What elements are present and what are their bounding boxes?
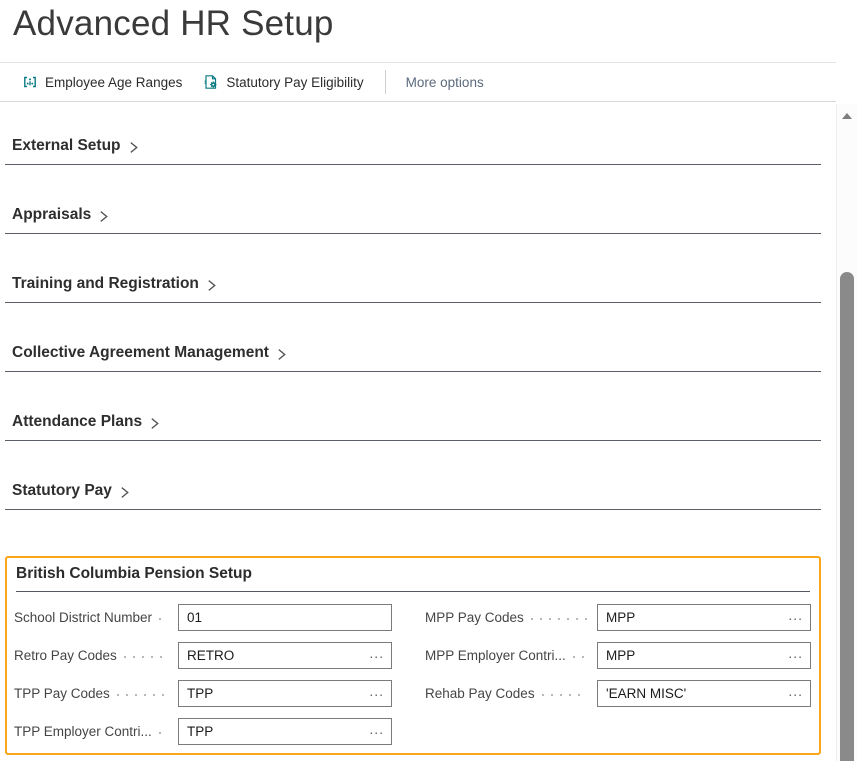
pension-fields-left: School District Number01Retro Pay CodesR… [14,604,392,756]
section-header-training-and-registration[interactable]: Training and Registration [5,275,821,303]
field-label: TPP Employer Contri... [14,724,152,739]
section-label: External Setup [12,137,121,155]
field-value: TPP [179,724,367,739]
field-label: MPP Pay Codes [425,610,524,625]
field-value: 'EARN MISC' [598,686,786,701]
dotted-leader [573,656,587,658]
field-input[interactable]: 01 [178,604,392,631]
field-label: School District Number [14,610,152,625]
scroll-up-icon[interactable] [842,113,852,119]
dotted-leader [159,732,168,734]
field-label: Rehab Pay Codes [425,686,535,701]
field-label: MPP Employer Contri... [425,648,566,663]
pension-fields-right: MPP Pay CodesMPP...MPP Employer Contri..… [425,604,811,718]
chevron-right-icon [205,279,218,292]
chevron-right-icon [127,141,140,154]
dotted-leader [531,618,587,620]
field-row: MPP Pay Codes MPP... [425,604,811,631]
page-title: Advanced HR Setup [13,4,334,44]
field-row: Rehab Pay Codes 'EARN MISC'... [425,680,811,707]
field-input[interactable]: MPP... [597,642,811,669]
statutory-pay-eligibility-label: Statutory Pay Eligibility [226,75,363,90]
field-input[interactable]: MPP... [597,604,811,631]
field-row: TPP Pay Codes TPP... [14,680,392,707]
field-row: Retro Pay Codes RETRO... [14,642,392,669]
age-ranges-icon [22,74,38,90]
field-input[interactable]: TPP... [178,718,392,745]
lookup-ellipsis-button[interactable]: ... [786,640,810,671]
field-value: TPP [179,686,367,701]
section-label: Collective Agreement Management [12,344,269,362]
employee-age-ranges-button[interactable]: Employee Age Ranges [22,74,182,90]
dotted-leader [124,656,168,658]
field-row: School District Number 01 [14,604,392,631]
chevron-right-icon [148,417,161,430]
field-label: Retro Pay Codes [14,648,117,663]
section-header-appraisals[interactable]: Appraisals [5,206,821,234]
more-options-button[interactable]: More options [406,75,484,90]
statutory-pay-eligibility-icon [203,74,219,90]
field-input[interactable]: TPP... [178,680,392,707]
lookup-ellipsis-button[interactable]: ... [367,716,391,747]
sections-list: External Setup Appraisals Training and Reg… [5,104,821,510]
field-value: MPP [598,610,786,625]
employee-age-ranges-label: Employee Age Ranges [45,75,182,90]
pension-setup-card: British Columbia Pension Setup School Di… [5,556,821,755]
dotted-leader [117,694,168,696]
chevron-right-icon [118,486,131,499]
chevron-right-icon [275,348,288,361]
lookup-ellipsis-button[interactable]: ... [786,678,810,709]
field-row: MPP Employer Contri... MPP... [425,642,811,669]
toolbar-divider [385,70,386,94]
section-label: Statutory Pay [12,482,112,500]
chevron-right-icon [97,210,110,223]
field-value: 01 [179,610,391,625]
field-row: TPP Employer Contri... TPP... [14,718,392,745]
dotted-leader [159,618,168,620]
section-label: Appraisals [12,206,91,224]
section-header-collective-agreement-management[interactable]: Collective Agreement Management [5,344,821,372]
section-header-external-setup[interactable]: External Setup [5,137,821,165]
section-header-statutory-pay[interactable]: Statutory Pay [5,482,821,510]
field-input[interactable]: 'EARN MISC'... [597,680,811,707]
lookup-ellipsis-button[interactable]: ... [367,640,391,671]
scrollbar-thumb[interactable] [840,272,854,761]
field-value: RETRO [179,648,367,663]
toolbar: Employee Age Ranges Statutory Pay Eligib… [0,62,836,102]
section-label: Training and Registration [12,275,199,293]
lookup-ellipsis-button[interactable]: ... [367,678,391,709]
statutory-pay-eligibility-button[interactable]: Statutory Pay Eligibility [203,74,363,90]
dotted-leader [542,694,587,696]
field-value: MPP [598,648,786,663]
pension-setup-title: British Columbia Pension Setup [16,565,810,592]
lookup-ellipsis-button[interactable]: ... [786,602,810,633]
field-label: TPP Pay Codes [14,686,110,701]
field-input[interactable]: RETRO... [178,642,392,669]
vertical-scrollbar[interactable] [836,104,857,761]
section-label: Attendance Plans [12,413,142,431]
section-header-attendance-plans[interactable]: Attendance Plans [5,413,821,441]
